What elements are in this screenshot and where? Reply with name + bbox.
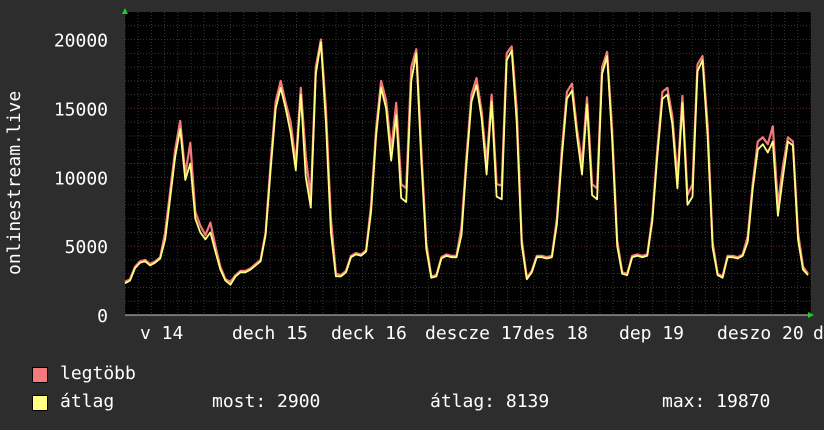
legend-label-avg: átlag <box>60 391 115 412</box>
y-tick-label: 10000 <box>54 168 108 189</box>
x-tick-label: de <box>813 323 824 344</box>
y-axis-arrow-icon <box>122 8 128 14</box>
x-tick-label: dep 19 <box>619 323 684 344</box>
y-tick-label: 15000 <box>54 99 108 120</box>
x-tick-label: deszo 20 <box>717 323 804 344</box>
x-tick-label: deck 16 <box>331 323 407 344</box>
y-tick-label: 0 <box>97 306 108 327</box>
stat-average: átlag: 8139 <box>430 391 550 412</box>
x-tick-label: dech 15 <box>232 323 308 344</box>
y-axis-ticks: 0 5000 10000 15000 20000 <box>54 31 108 327</box>
x-tick-label: des 18 <box>523 323 588 344</box>
stat-max: max: 19870 <box>662 391 771 412</box>
y-tick-label: 5000 <box>65 237 108 258</box>
legend-swatch-avg <box>32 395 48 411</box>
x-tick-label: v 14 <box>140 323 183 344</box>
legend-swatch-max <box>32 367 48 383</box>
x-tick-label: descze 17 <box>425 323 523 344</box>
y-tick-label: 20000 <box>54 31 108 52</box>
y-axis-label: onlinestream.live <box>4 91 25 275</box>
legend-label-max: legtöbb <box>60 363 136 384</box>
x-axis-ticks: v 14 dech 15 deck 16 descze 17 des 18 dep 19 d… <box>140 323 824 344</box>
stat-current: most: 2900 <box>212 391 321 412</box>
